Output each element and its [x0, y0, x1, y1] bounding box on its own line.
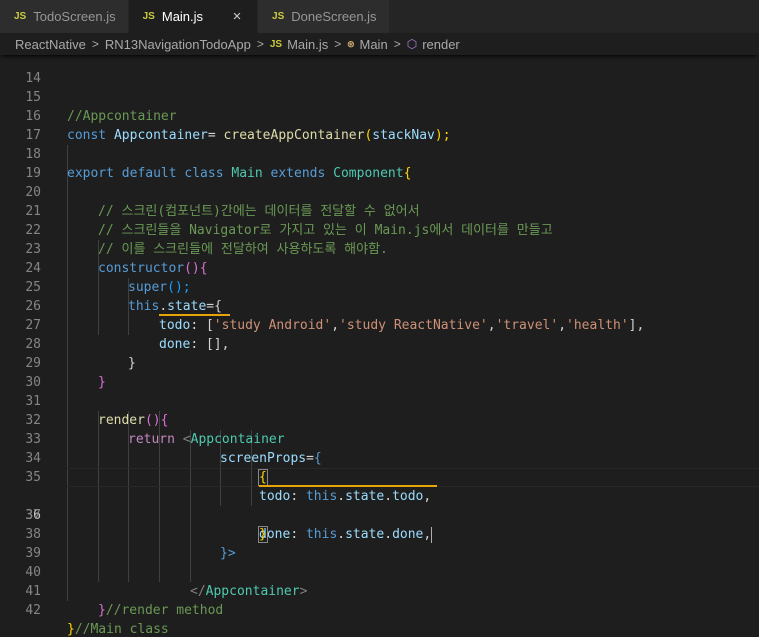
code-line: 41 }//render method — [0, 563, 759, 618]
code-line: 22 // 이를 스크린들에 전달하여 사용하도록 해야함. — [0, 202, 759, 257]
code-line: 42 }//Main class — [0, 582, 759, 637]
code-line: 35 todo: this.state.todo, — [0, 449, 759, 504]
code-line: 32 return <Appcontainer — [0, 392, 759, 447]
method-symbol-icon: ⬡ — [406, 37, 418, 51]
class-symbol-icon: ⊛ — [347, 37, 355, 51]
comment: //render method — [105, 603, 224, 618]
line-number: 42 — [25, 603, 41, 618]
code-line: 30 — [0, 354, 759, 390]
code-line: 38 }> — [0, 506, 759, 561]
code-line: 34 { — [0, 430, 759, 486]
chevron-right-icon: > — [393, 37, 401, 51]
tab-label: DoneScreen.js — [291, 9, 377, 24]
code-line: 21 // 스크린들을 Navigator로 가지고 있는 이 Main.js에… — [0, 183, 759, 238]
code-line: 33 screenProps={ — [0, 411, 759, 466]
tab-main[interactable]: JS Main.js × — [128, 0, 259, 33]
code-line: 17 — [0, 107, 759, 143]
code-line: 15 //Appcontainer — [0, 69, 759, 124]
code-line: 31 render(){ — [0, 373, 759, 428]
code-line: 14 — [0, 50, 759, 86]
tab-label: TodoScreen.js — [33, 9, 116, 24]
comment: //Main class — [74, 622, 169, 637]
javascript-file-icon: JS — [272, 11, 285, 22]
code-line: 25 this.state={ — [0, 259, 759, 314]
token: } — [98, 603, 106, 618]
code-line: 19 — [0, 145, 759, 181]
chevron-right-icon: > — [256, 37, 264, 51]
code-text: }//render method — [98, 601, 223, 620]
close-icon[interactable]: × — [229, 8, 245, 25]
javascript-file-icon: JS — [142, 11, 155, 22]
code-line-current: 36 done: this.state.done, — [0, 468, 759, 543]
tab-donescreen[interactable]: JS DoneScreen.js — [258, 0, 390, 33]
code-line: 29 } — [0, 335, 759, 390]
code-line: 37 } — [0, 487, 759, 543]
code-line: 27 done: [], — [0, 297, 759, 352]
code-editor[interactable]: 14 15 //Appcontainer 16 const Appcontain… — [0, 50, 759, 637]
code-line: 23 constructor(){ — [0, 221, 759, 276]
chevron-right-icon: > — [91, 37, 99, 51]
code-line: 20 // 스크린(컴포넌트)간에는 데이터를 전달할 수 없어서 — [0, 164, 759, 219]
editor-tab-bar: JS TodoScreen.js JS Main.js × JS DoneScr… — [0, 0, 759, 33]
code-line: 16 const Appcontainer= createAppContaine… — [0, 88, 759, 143]
code-line: 28 } — [0, 316, 759, 371]
code-line: 39 — [0, 525, 759, 561]
token: } — [67, 622, 75, 637]
javascript-file-icon: JS — [14, 11, 27, 22]
code-line: 18 export default class Main extends Com… — [0, 126, 759, 181]
code-line: 24 super(); — [0, 240, 759, 295]
tab-label: Main.js — [161, 9, 204, 24]
code-text: }//Main class — [67, 620, 169, 637]
code-line: 26 todo: ['study Android','study ReactNa… — [0, 278, 759, 333]
code-line: 40 </Appcontainer> — [0, 544, 759, 599]
tab-todoscreen[interactable]: JS TodoScreen.js — [0, 0, 129, 33]
chevron-right-icon: > — [334, 37, 342, 51]
javascript-file-icon: JS — [269, 38, 283, 50]
